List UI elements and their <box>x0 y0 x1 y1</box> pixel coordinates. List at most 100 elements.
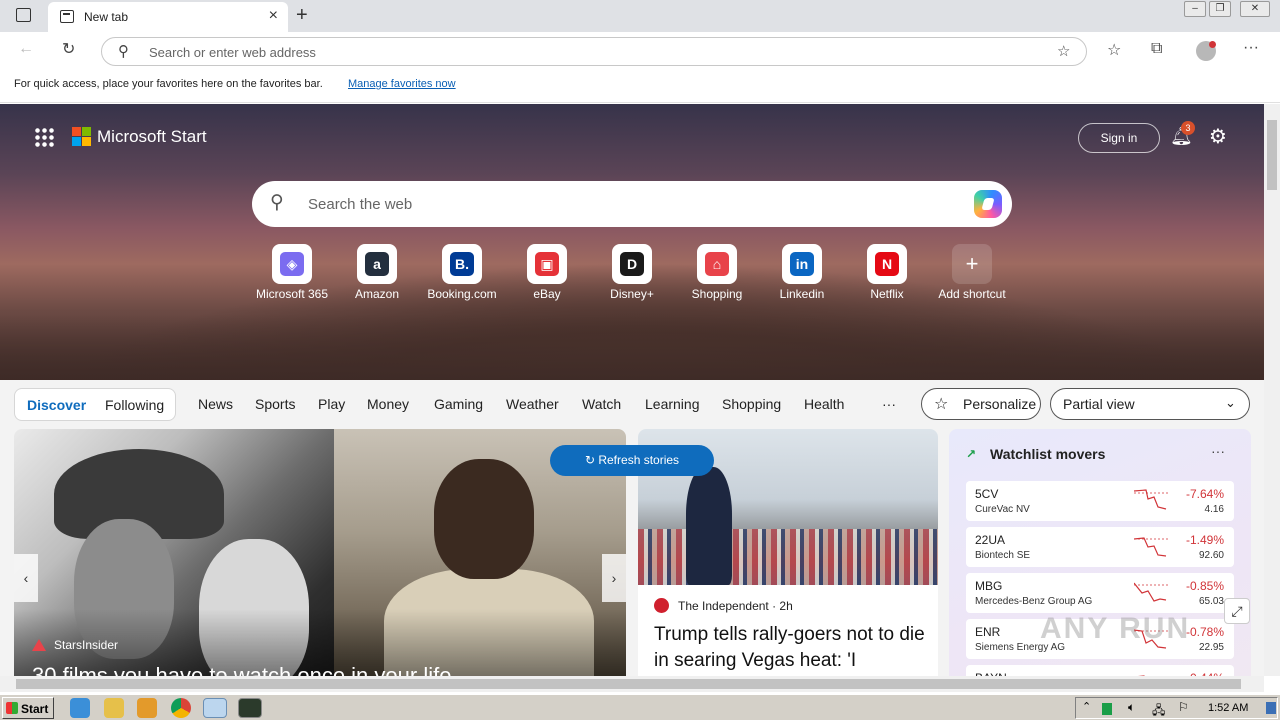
view-select[interactable]: Partial view ⌄ <box>1050 388 1250 420</box>
nav-item-watch[interactable]: Watch <box>582 396 621 412</box>
manage-favorites-link[interactable]: Manage favorites now <box>348 78 456 90</box>
shortcut-tile: ◈ <box>272 244 312 284</box>
volume-icon[interactable]: 🔈︎ <box>1128 700 1135 715</box>
folder-icon[interactable] <box>104 698 124 718</box>
refresh-stories-button[interactable]: ↻ Refresh stories <box>550 445 714 476</box>
terminal-icon[interactable] <box>238 698 262 718</box>
chevron-down-icon: ⌄ <box>1225 395 1236 410</box>
news-image-figure <box>686 467 732 585</box>
tab-strip: New tab × + – ❐ ✕ <box>0 0 1280 32</box>
shortcut-logo-icon: a <box>365 252 389 276</box>
chrome-icon[interactable] <box>171 698 191 718</box>
tab-discover[interactable]: Discover <box>27 397 86 413</box>
carousel-prev-icon[interactable]: ‹ <box>14 554 38 602</box>
shortcut-linkedin[interactable]: in Linkedin <box>760 244 844 304</box>
shortcut-label: Netflix <box>870 287 904 301</box>
horizontal-scrollbar[interactable] <box>0 676 1264 692</box>
stock-row[interactable]: MBG Mercedes-Benz Group AG -0.85% 65.03 <box>966 573 1234 613</box>
sign-in-button[interactable]: Sign in <box>1078 123 1160 153</box>
personalize-button[interactable]: ☆ Personalize <box>921 388 1041 420</box>
stock-symbol: 22UA <box>975 533 1006 547</box>
start-button[interactable]: Start <box>2 697 54 719</box>
shortcut-shopping[interactable]: ⌂ Shopping <box>675 244 759 304</box>
nav-item-money[interactable]: Money <box>367 396 409 412</box>
carousel-next-icon[interactable]: › <box>602 554 626 602</box>
web-search-input[interactable]: Search the web <box>308 196 412 213</box>
internet-explorer-icon[interactable] <box>70 698 90 718</box>
watchlist-title: Watchlist movers <box>990 446 1106 462</box>
nav-item-news[interactable]: News <box>198 396 233 412</box>
scrollbar-thumb[interactable] <box>1267 120 1277 190</box>
shortcut-disney[interactable]: D Disney+ <box>590 244 674 304</box>
more-topics-button[interactable]: ··· <box>882 396 896 412</box>
tray-app-icon[interactable] <box>1102 703 1112 715</box>
collections-icon[interactable]: ⧉ <box>1151 40 1162 58</box>
nav-item-shopping[interactable]: Shopping <box>722 396 781 412</box>
address-bar[interactable]: ⚲ Search or enter web address ☆ <box>101 37 1087 66</box>
web-search-box[interactable]: ⚲ Search the web <box>252 181 1012 227</box>
hero-hill-shadow <box>0 314 1264 384</box>
stock-row[interactable]: 5CV CureVac NV -7.64% 4.16 <box>966 481 1234 521</box>
tab-actions-icon[interactable] <box>16 8 31 22</box>
copilot-icon[interactable] <box>974 190 1002 218</box>
add-favorite-icon[interactable]: ☆ <box>1057 42 1070 60</box>
show-desktop-icon[interactable] <box>1266 702 1276 714</box>
stock-row[interactable]: BAYN-0.44% <box>966 665 1234 676</box>
address-input[interactable]: Search or enter web address <box>149 45 316 60</box>
edge-icon[interactable] <box>203 698 227 718</box>
nav-item-weather[interactable]: Weather <box>506 396 559 412</box>
shortcut-label: Disney+ <box>610 287 654 301</box>
new-tab-icon <box>60 10 74 23</box>
scrollbar-thumb[interactable] <box>16 679 1241 689</box>
shortcut-netflix[interactable]: N Netflix <box>845 244 929 304</box>
main-story-card[interactable]: StarsInsider 30 films you have to watch … <box>14 429 626 676</box>
shortcut-microsoft-365[interactable]: ◈ Microsoft 365 <box>250 244 334 304</box>
feed-nav: Discover Following News Sports Play Money Ga… <box>0 380 1264 430</box>
shortcut-ebay[interactable]: ▣ eBay <box>505 244 589 304</box>
shortcut-add-shortcut[interactable]: + Add shortcut <box>930 244 1014 304</box>
media-player-icon[interactable] <box>137 698 157 718</box>
tab-new-tab[interactable]: New tab × <box>48 2 288 32</box>
profile-avatar[interactable] <box>1196 41 1216 61</box>
shortcut-booking-com[interactable]: B. Booking.com <box>420 244 504 304</box>
tray-arrow-icon[interactable]: ⌃ <box>1082 700 1091 713</box>
favorites-icon[interactable]: ☆ <box>1107 40 1121 60</box>
stock-change: -1.49% <box>1185 533 1224 547</box>
more-options-icon[interactable]: ··· <box>1243 39 1259 57</box>
restore-button[interactable]: ❐ <box>1209 1 1231 17</box>
search-icon: ⚲ <box>118 43 129 60</box>
stock-row[interactable]: 22UA Biontech SE -1.49% 92.60 <box>966 527 1234 567</box>
news-title[interactable]: Trump tells rally-goers not to die in se… <box>654 622 929 674</box>
stock-price: 92.60 <box>1198 550 1224 561</box>
nav-item-play[interactable]: Play <box>318 396 345 412</box>
tab-following[interactable]: Following <box>105 397 164 413</box>
news-source: The Independent · 2h <box>678 599 793 613</box>
minimize-button[interactable]: – <box>1184 1 1206 17</box>
back-icon[interactable]: ← <box>18 40 34 58</box>
stock-change: -0.78% <box>1185 625 1224 639</box>
starsinsider-logo <box>32 639 46 651</box>
shortcut-logo-icon: D <box>620 252 644 276</box>
nav-item-gaming[interactable]: Gaming <box>434 396 483 412</box>
expand-icon[interactable]: ⤢ <box>1224 598 1250 624</box>
story-headline[interactable]: 30 films you have to watch once in your … <box>32 663 451 676</box>
network-icon[interactable]: 🖧 <box>1152 701 1165 722</box>
vertical-scrollbar[interactable] <box>1264 104 1280 676</box>
story-source: StarsInsider <box>54 638 119 652</box>
apps-launcher-icon[interactable] <box>34 127 54 147</box>
nav-item-sports[interactable]: Sports <box>255 396 295 412</box>
shortcut-logo-icon: + <box>965 251 979 276</box>
watchlist-more-icon[interactable]: ··· <box>1211 443 1225 459</box>
flag-icon[interactable]: ⚐ <box>1178 700 1189 714</box>
shortcut-amazon[interactable]: a Amazon <box>335 244 419 304</box>
refresh-icon[interactable]: ↻ <box>62 39 75 59</box>
close-tab-icon[interactable]: × <box>269 7 278 25</box>
browser-toolbar: ← ↻ ⚲ Search or enter web address ☆ ☆ ⧉ … <box>0 32 1280 70</box>
nav-item-health[interactable]: Health <box>804 396 844 412</box>
stock-change: -0.85% <box>1185 579 1224 593</box>
new-tab-button[interactable]: + <box>296 4 308 27</box>
settings-icon[interactable]: ⚙ <box>1209 124 1227 149</box>
nav-item-learning[interactable]: Learning <box>645 396 700 412</box>
stock-price: 4.16 <box>1204 504 1224 515</box>
close-window-button[interactable]: ✕ <box>1240 1 1270 17</box>
